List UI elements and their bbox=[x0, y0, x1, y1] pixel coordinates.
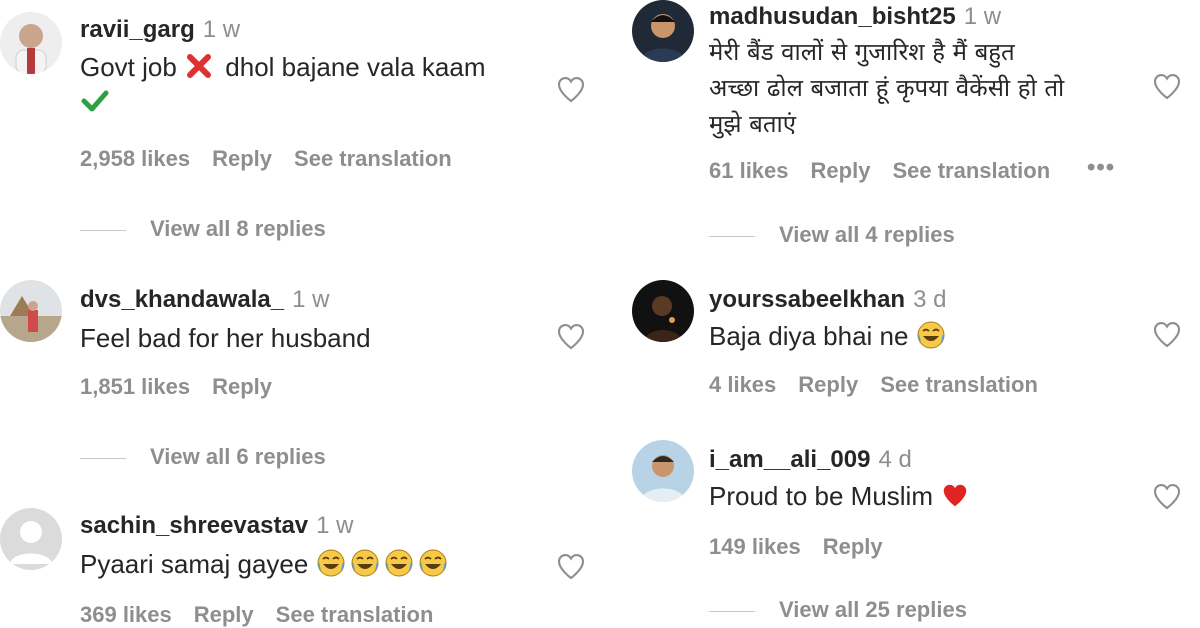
comment: madhusudan_bisht25 1 w मेरी बैंड वालों से… bbox=[620, 0, 1200, 260]
comment-actions: 369 likes Reply See translation bbox=[80, 602, 455, 628]
comment-actions: 4 likes Reply See translation bbox=[709, 372, 1060, 398]
see-translation-button[interactable]: See translation bbox=[880, 372, 1038, 397]
comment-text-line: मुझे बताएं bbox=[709, 110, 796, 138]
heart-outline-icon[interactable] bbox=[1150, 480, 1184, 512]
divider bbox=[709, 235, 755, 237]
comment-text-line: अच्छा ढोल बजाता हूं कृपया वैकेंसी हो तो bbox=[709, 74, 1065, 102]
comment-actions: 1,851 likes Reply bbox=[80, 374, 294, 400]
avatar[interactable] bbox=[632, 440, 694, 502]
comment-text: Proud to be Muslim bbox=[709, 479, 1149, 513]
comment-body: madhusudan_bisht25 1 w मेरी बैंड वालों से… bbox=[709, 2, 1149, 142]
comment: sachin_shreevastav 1 w Pyaari samaj gayee… bbox=[0, 500, 600, 628]
comment-actions: 149 likes Reply bbox=[709, 534, 905, 560]
laughing-tears-emoji bbox=[916, 320, 946, 350]
reply-button[interactable]: Reply bbox=[212, 374, 272, 399]
likes-count[interactable]: 1,851 likes bbox=[80, 374, 190, 399]
avatar[interactable] bbox=[632, 0, 694, 62]
view-replies-label[interactable]: View all 25 replies bbox=[779, 597, 967, 622]
view-replies-button[interactable]: View all 6 replies bbox=[80, 444, 326, 470]
red-heart-emoji bbox=[940, 480, 970, 510]
username[interactable]: yourssabeelkhan bbox=[709, 286, 905, 313]
comment-text-part: Baja diya bhai ne bbox=[709, 321, 909, 351]
comment: yourssabeelkhan 3 d Baja diya bhai ne 4 l… bbox=[620, 280, 1200, 420]
avatar[interactable] bbox=[632, 280, 694, 342]
timestamp: 1 w bbox=[292, 286, 330, 313]
timestamp: 1 w bbox=[316, 512, 354, 539]
timestamp: 4 d bbox=[878, 446, 912, 473]
cross-mark-emoji bbox=[184, 51, 214, 81]
comment-text: Govt job dhol bajane vala kaam bbox=[80, 50, 550, 118]
reply-button[interactable]: Reply bbox=[811, 158, 871, 183]
more-options-icon[interactable]: ••• bbox=[1087, 154, 1115, 182]
timestamp: 3 d bbox=[913, 286, 947, 313]
reply-button[interactable]: Reply bbox=[823, 534, 883, 559]
laughing-tears-emoji bbox=[418, 548, 448, 578]
comment-body: dvs_khandawala_ 1 w Feel bad for her husb… bbox=[80, 285, 550, 355]
username[interactable]: sachin_shreevastav bbox=[80, 512, 308, 539]
heart-outline-icon[interactable] bbox=[554, 550, 588, 582]
username[interactable]: madhusudan_bisht25 bbox=[709, 3, 956, 30]
comment-actions: 61 likes Reply See translation bbox=[709, 158, 1072, 184]
comment-body: sachin_shreevastav 1 w Pyaari samaj gayee bbox=[80, 511, 550, 581]
comment-text-line: मेरी बैंड वालों से गुजारिश है मैं बहुत bbox=[709, 38, 1015, 66]
view-replies-button[interactable]: View all 4 replies bbox=[709, 222, 955, 248]
comment-text-part: dhol bajane vala kaam bbox=[225, 52, 486, 82]
heart-outline-icon[interactable] bbox=[554, 73, 588, 105]
laughing-tears-emoji bbox=[316, 548, 346, 578]
heart-outline-icon[interactable] bbox=[1150, 318, 1184, 350]
laughing-tears-emoji bbox=[384, 548, 414, 578]
comment: i_am__ali_009 4 d Proud to be Muslim 149 … bbox=[620, 440, 1200, 628]
likes-count[interactable]: 4 likes bbox=[709, 372, 776, 397]
heart-outline-icon[interactable] bbox=[554, 320, 588, 352]
comment-text-part: Govt job bbox=[80, 52, 177, 82]
username[interactable]: dvs_khandawala_ bbox=[80, 286, 284, 313]
likes-count[interactable]: 61 likes bbox=[709, 158, 789, 183]
view-replies-button[interactable]: View all 25 replies bbox=[709, 597, 967, 623]
username[interactable]: i_am__ali_009 bbox=[709, 446, 870, 473]
laughing-tears-emoji bbox=[350, 548, 380, 578]
comment-body: yourssabeelkhan 3 d Baja diya bhai ne bbox=[709, 285, 1149, 353]
timestamp: 1 w bbox=[963, 3, 1002, 30]
timestamp: 1 w bbox=[202, 16, 241, 43]
comment-actions: 2,958 likes Reply See translation bbox=[80, 146, 474, 172]
comment-text: Feel bad for her husband bbox=[80, 323, 371, 353]
reply-button[interactable]: Reply bbox=[212, 146, 272, 171]
divider bbox=[709, 610, 755, 612]
see-translation-button[interactable]: See translation bbox=[294, 146, 452, 171]
see-translation-button[interactable]: See translation bbox=[892, 158, 1050, 183]
likes-count[interactable]: 369 likes bbox=[80, 602, 172, 627]
avatar[interactable] bbox=[0, 280, 62, 342]
comment-text: Pyaari samaj gayee bbox=[80, 547, 550, 581]
divider bbox=[80, 229, 126, 231]
comment: ravii_garg 1 w Govt job dhol bajane vala … bbox=[0, 0, 600, 250]
username[interactable]: ravii_garg bbox=[80, 16, 195, 43]
comment-body: ravii_garg 1 w Govt job dhol bajane vala … bbox=[80, 15, 550, 118]
reply-button[interactable]: Reply bbox=[798, 372, 858, 397]
comment: dvs_khandawala_ 1 w Feel bad for her husb… bbox=[0, 270, 600, 470]
reply-button[interactable]: Reply bbox=[194, 602, 254, 627]
divider bbox=[80, 457, 126, 459]
avatar[interactable] bbox=[0, 12, 62, 74]
heart-outline-icon[interactable] bbox=[1150, 70, 1184, 102]
comment-body: i_am__ali_009 4 d Proud to be Muslim bbox=[709, 445, 1149, 513]
view-replies-label[interactable]: View all 6 replies bbox=[150, 444, 326, 469]
likes-count[interactable]: 2,958 likes bbox=[80, 146, 190, 171]
comment-text-part: Proud to be Muslim bbox=[709, 481, 933, 511]
comment-text: मेरी बैंड वालों से गुजारिश है मैं बहुत अ… bbox=[709, 34, 1149, 142]
see-translation-button[interactable]: See translation bbox=[276, 602, 434, 627]
view-replies-label[interactable]: View all 4 replies bbox=[779, 222, 955, 247]
comment-text: Baja diya bhai ne bbox=[709, 319, 1149, 353]
likes-count[interactable]: 149 likes bbox=[709, 534, 801, 559]
avatar[interactable] bbox=[0, 508, 62, 570]
check-mark-emoji bbox=[80, 85, 110, 115]
comment-text-part: Pyaari samaj gayee bbox=[80, 549, 309, 579]
view-replies-button[interactable]: View all 8 replies bbox=[80, 216, 326, 242]
view-replies-label[interactable]: View all 8 replies bbox=[150, 216, 326, 241]
